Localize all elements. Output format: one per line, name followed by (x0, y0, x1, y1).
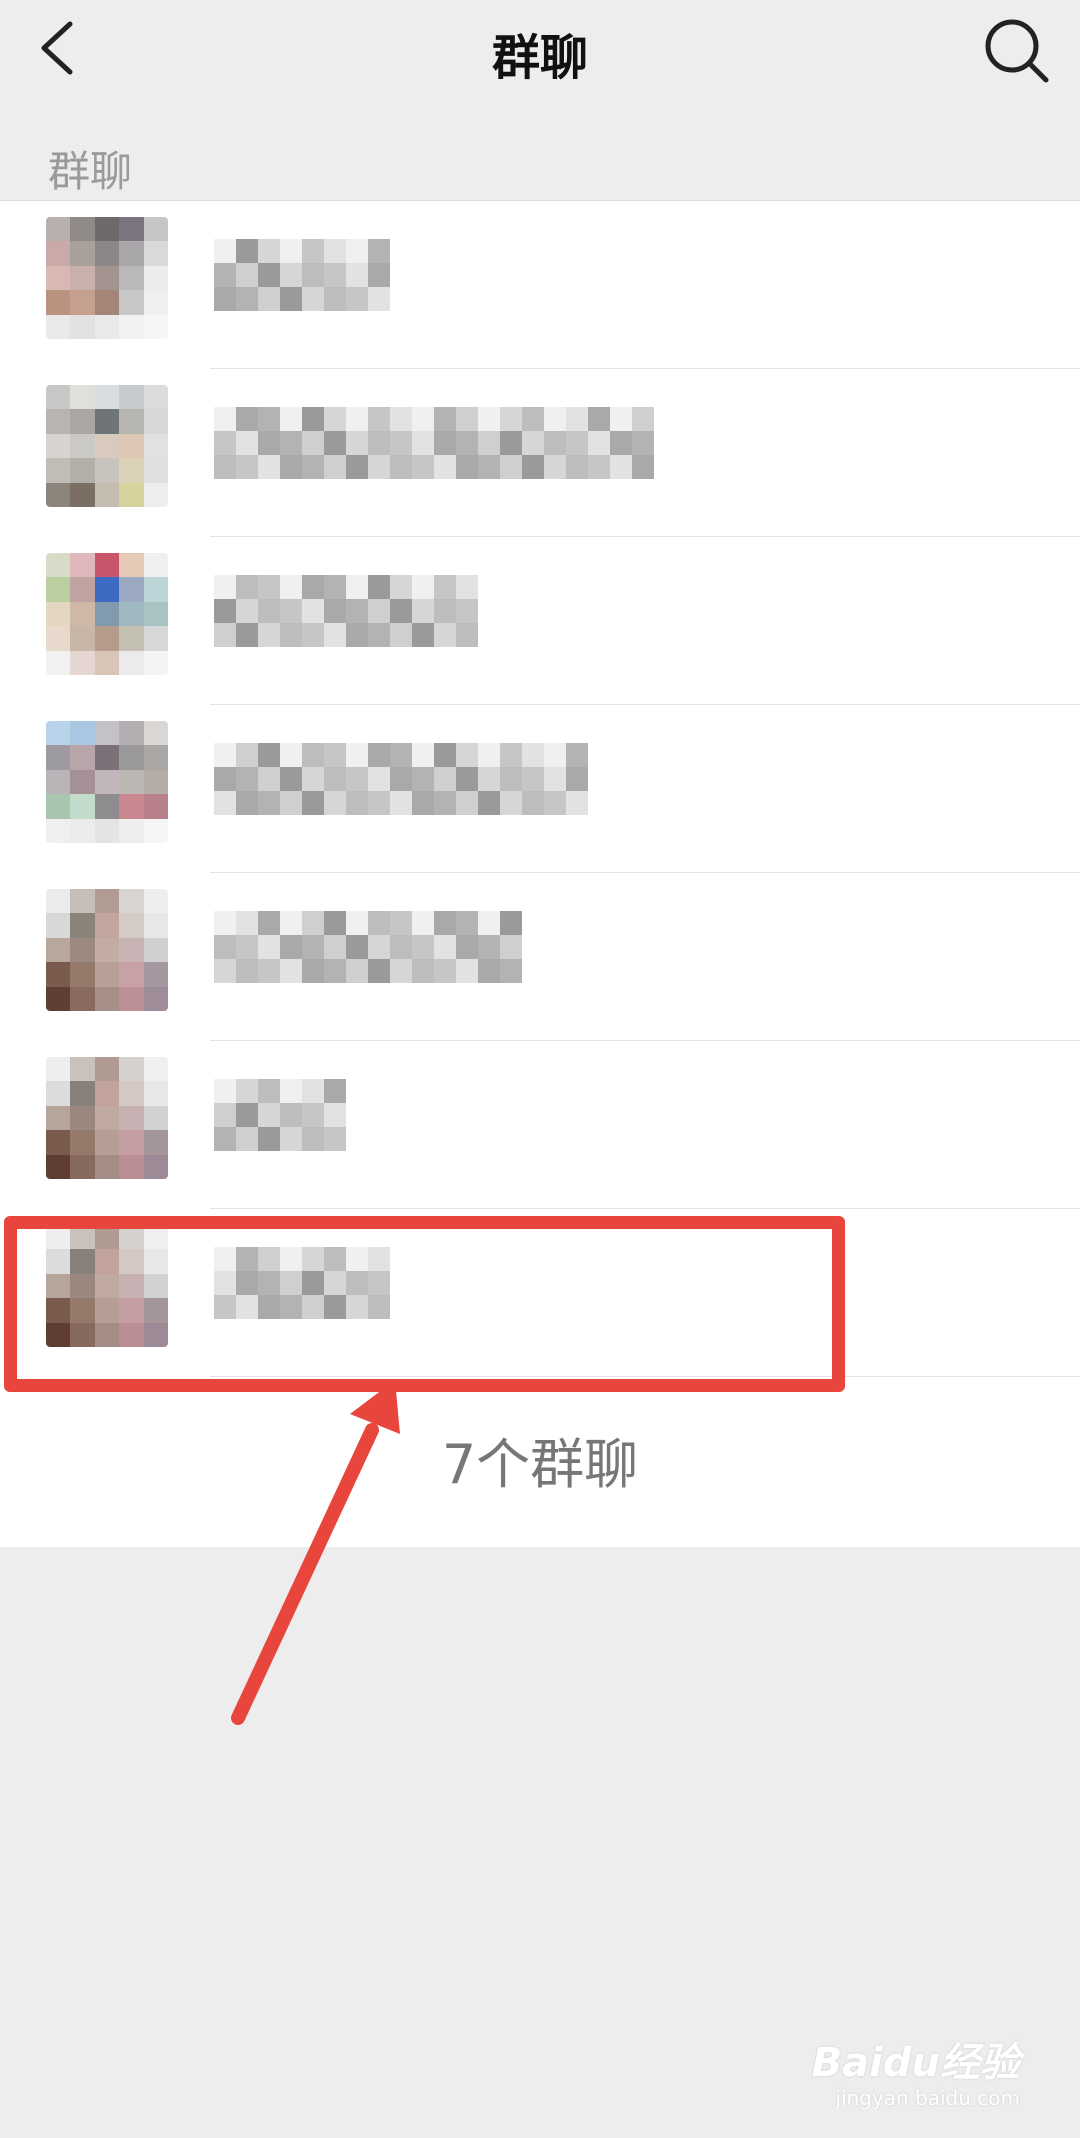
annotation-highlight-box (4, 1216, 845, 1392)
watermark-brand: Baidu经验 (811, 2040, 1020, 2086)
group-name-blurred (214, 407, 654, 479)
group-chat-row[interactable] (0, 369, 1080, 537)
group-name-blurred (214, 575, 478, 647)
group-avatar (46, 385, 168, 507)
group-chat-row[interactable] (0, 1041, 1080, 1209)
search-icon (985, 19, 1049, 83)
group-name-blurred (214, 239, 390, 311)
group-avatar (46, 1057, 168, 1179)
group-avatar (46, 553, 168, 675)
group-chat-row[interactable] (0, 705, 1080, 873)
group-count-label: 7个群聊 (441, 1433, 639, 1496)
group-name-blurred (214, 911, 522, 983)
group-name-blurred (214, 743, 588, 815)
group-avatar (46, 889, 168, 1011)
group-name-blurred (214, 1079, 346, 1151)
group-avatar (46, 217, 168, 339)
group-chat-row[interactable] (0, 201, 1080, 369)
group-chat-row[interactable] (0, 537, 1080, 705)
section-header: 群聊 (0, 116, 1080, 200)
watermark-url: jingyan.baidu.com (835, 2086, 1020, 2110)
group-chat-row[interactable] (0, 873, 1080, 1041)
top-navigation-bar: 群聊 (0, 0, 1080, 117)
page-title: 群聊 (491, 30, 588, 86)
section-label: 群聊 (48, 147, 133, 196)
group-avatar (46, 721, 168, 843)
search-button[interactable] (980, 12, 1054, 86)
